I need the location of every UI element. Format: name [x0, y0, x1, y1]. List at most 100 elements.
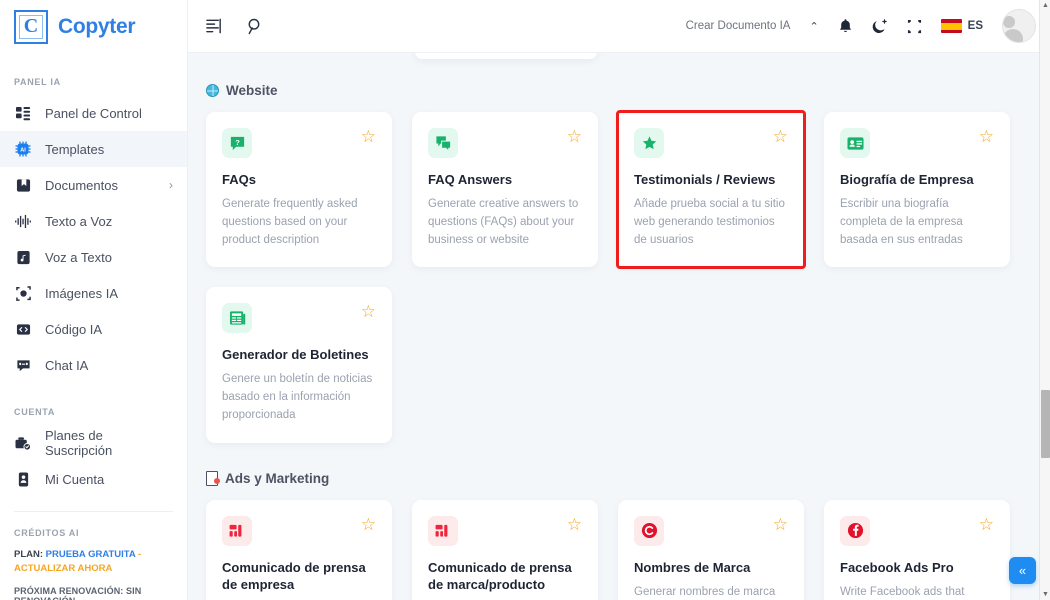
plan-renewal: PRÓXIMA RENOVACIÓN: SIN RENOVACIÓN [14, 585, 142, 600]
facebook-icon [840, 515, 870, 546]
template-card-facebook-ads-pro[interactable]: ☆ Facebook Ads Pro Write Facebook ads th… [824, 499, 1010, 600]
template-card-faqs[interactable]: ? ☆ FAQs Generate frequently asked quest… [206, 112, 392, 268]
copyright-icon [634, 515, 664, 546]
card-description: Generate frequently asked questions base… [222, 197, 358, 246]
subscription-icon [14, 434, 32, 452]
card-description: Escribir una biografía completa de la em… [840, 197, 963, 246]
faq-answers-icon [428, 128, 458, 158]
id-card-icon [840, 128, 870, 158]
sidebar-item-label: Panel de Control [45, 105, 142, 121]
account-id-icon [14, 470, 32, 488]
card-grid-ads-marketing: ☆ Comunicado de prensa de empresa Redact… [206, 499, 1032, 600]
sidebar-item-mi-cuenta[interactable]: Mi Cuenta [0, 461, 187, 497]
content-scroll-area[interactable]: Website ? ☆ FAQs Generate frequently ask… [188, 53, 1050, 600]
document-marketing-icon [206, 470, 220, 486]
sidebar-item-templates[interactable]: AI Templates [0, 131, 187, 167]
faq-bubble-icon: ? [222, 128, 252, 158]
ads-blocks-icon [428, 515, 458, 546]
code-icon [14, 320, 32, 338]
card-title: Testimonials / Reviews [634, 172, 776, 187]
ads-blocks-icon [222, 515, 252, 546]
sidebar-item-chat-ia[interactable]: Chat IA [0, 347, 187, 383]
card-description: Genere un boletín de noticias basado en … [222, 373, 373, 421]
brand-mark-letter: C [23, 15, 39, 37]
sidebar-item-documentos[interactable]: Documentos › [0, 167, 187, 203]
favorite-star-icon[interactable]: ☆ [361, 303, 376, 320]
menu-list-icon[interactable] [206, 18, 223, 34]
plan-prefix: PLAN: [14, 549, 44, 560]
favorite-star-icon[interactable]: ☆ [567, 128, 582, 145]
favorite-star-icon[interactable]: ☆ [361, 128, 376, 145]
template-card-biografia-de-empresa[interactable]: ☆ Biografía de Empresa Escribir una biog… [824, 112, 1010, 268]
template-card-comunicado-prensa-empresa[interactable]: ☆ Comunicado de prensa de empresa Redact… [206, 499, 392, 600]
avatar-body [1003, 29, 1023, 42]
language-selector[interactable]: ES [940, 19, 983, 33]
search-icon[interactable] [247, 18, 264, 35]
favorite-star-icon[interactable]: ☆ [979, 516, 994, 533]
sidebar-item-label: Código IA [45, 321, 103, 337]
card-title: Facebook Ads Pro [840, 559, 954, 575]
camera-icon [14, 284, 32, 302]
template-card-nombres-de-marca[interactable]: ☆ Nombres de Marca Generar nombres de ma… [618, 499, 804, 600]
plan-separator: - [138, 549, 142, 560]
sidebar-item-panel-de-control[interactable]: Panel de Control [0, 95, 187, 131]
page-scrollbar[interactable]: ▲ ▼ [1039, 0, 1050, 600]
svg-text:?: ? [235, 137, 240, 146]
newspaper-icon [222, 303, 252, 334]
globe-icon [206, 84, 219, 97]
scroll-to-top-button[interactable]: « [1009, 557, 1036, 584]
plan-upgrade-link[interactable]: ACTUALIZAR AHORA [14, 563, 112, 574]
card-description: Generate creative answers to questions (… [428, 197, 579, 246]
card-description: Generar nombres de marca únicos con la a… [634, 585, 776, 598]
sidebar: C Copyter PANEL IA Panel de Control AI T… [0, 0, 188, 600]
avatar-head [1003, 16, 1015, 28]
favorite-star-icon[interactable]: ☆ [567, 516, 582, 533]
chat-icon [14, 356, 32, 374]
card-title: FAQs [222, 172, 256, 187]
brand-logo[interactable]: C Copyter [0, 0, 187, 53]
card-title: Nombres de Marca [634, 559, 751, 575]
scrollbar-down-arrow-icon[interactable]: ▼ [1042, 591, 1049, 598]
sidebar-item-imagenes-ia[interactable]: Imágenes IA [0, 275, 187, 311]
plan-status: PLAN: PRUEBA GRATUITA - ACTUALIZAR AHORA [0, 548, 187, 577]
sidebar-item-texto-a-voz[interactable]: Texto a Voz [0, 203, 187, 239]
scrollbar-up-arrow-icon[interactable]: ▲ [1042, 2, 1049, 9]
template-card-testimonials-reviews[interactable]: ☆ Testimonials / Reviews Añade prueba so… [616, 109, 806, 270]
sidebar-item-label: Documentos [45, 177, 118, 193]
app-root: C Copyter PANEL IA Panel de Control AI T… [0, 0, 1050, 600]
chevron-up-icon[interactable]: ⌃ [809, 20, 818, 33]
card-title: Generador de Boletines [222, 347, 369, 363]
moon-icon[interactable] [872, 18, 888, 35]
card-description: Write Facebook ads that engage your audi… [840, 585, 965, 598]
favorite-star-icon[interactable]: ☆ [979, 128, 994, 145]
sidebar-section-panel-label: PANEL IA [14, 77, 61, 87]
chevron-right-icon: › [169, 178, 173, 192]
create-document-button[interactable]: Crear Documento IA [686, 20, 791, 32]
template-card-faq-answers[interactable]: ☆ FAQ Answers Generate creative answers … [412, 112, 598, 268]
sidebar-item-label: Planes de Suscripción [45, 428, 113, 458]
section-title: Ads y Marketing [225, 470, 330, 486]
user-avatar[interactable] [1002, 9, 1036, 43]
star-badge-icon [634, 128, 664, 158]
card-title: Comunicado de prensa de empresa [222, 559, 366, 592]
favorite-star-icon[interactable]: ☆ [361, 516, 376, 533]
topbar: Crear Documento IA ⌃ ES [188, 0, 1050, 53]
section-header-ads-y-marketing: Ads y Marketing [206, 470, 1032, 486]
favorite-star-icon[interactable]: ☆ [773, 516, 788, 533]
sidebar-item-voz-a-texto[interactable]: Voz a Texto [0, 239, 187, 275]
svg-text:AI: AI [20, 148, 26, 154]
favorite-star-icon[interactable]: ☆ [773, 128, 788, 145]
template-card-comunicado-prensa-marca-producto[interactable]: ☆ Comunicado de prensa de marca/producto… [412, 499, 598, 600]
bell-icon[interactable] [838, 18, 853, 35]
sidebar-item-codigo-ia[interactable]: Código IA [0, 311, 187, 347]
sidebar-item-label: Voz a Texto [45, 249, 112, 265]
sidebar-item-planes-de-suscripcion[interactable]: Planes de Suscripción [0, 425, 187, 461]
compress-icon[interactable] [907, 19, 922, 34]
main-area: Crear Documento IA ⌃ ES Website ? ☆ FAQs… [188, 0, 1050, 600]
partially-scrolled-card[interactable] [415, 53, 597, 59]
template-card-generador-de-boletines[interactable]: ☆ Generador de Boletines Genere un bolet… [206, 287, 392, 443]
scrollbar-thumb[interactable] [1041, 390, 1050, 458]
plan-value: PRUEBA GRATUITA [45, 549, 136, 560]
sidebar-section-account-label: CUENTA [14, 407, 56, 417]
waveform-icon [14, 212, 32, 230]
